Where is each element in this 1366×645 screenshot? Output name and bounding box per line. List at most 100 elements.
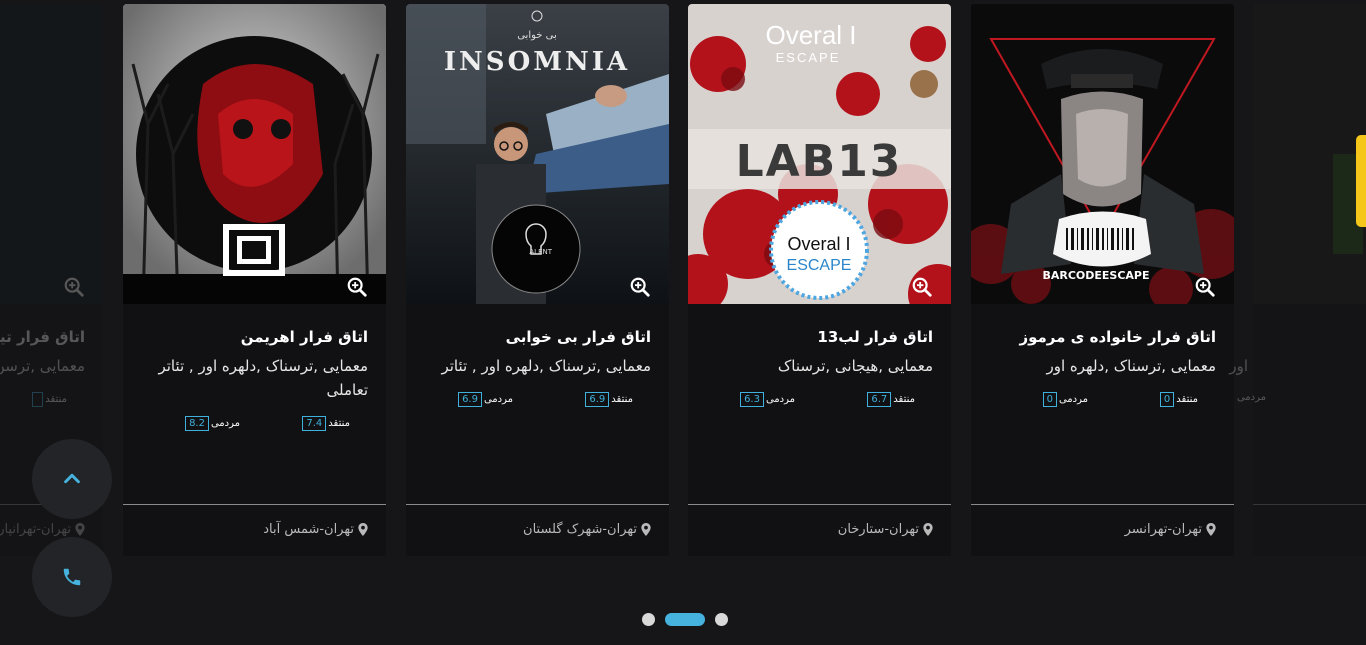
critic-score-value: 6.7: [867, 392, 892, 407]
card-tags: معمایی ,ترسناک ,دلهره اور , تئاتر تعاملی: [158, 357, 368, 399]
critic-score-value: [32, 392, 44, 407]
card-title[interactable]: اتاق فرار خانواده ی مرموز: [989, 326, 1216, 348]
card-location: تهران-شهرک گلستان: [523, 522, 651, 537]
people-score-value: 6.9: [458, 392, 482, 407]
zoom-in-icon[interactable]: [346, 276, 368, 298]
card-tags: معمایی ,هیجانی ,ترسناک: [777, 357, 933, 375]
map-pin-icon: [923, 523, 933, 536]
card-divider: [688, 504, 951, 505]
pagination-dot[interactable]: [715, 613, 728, 626]
call-button[interactable]: [32, 537, 112, 617]
poster-artwork: ALENT INSOMNIA بی خوابی: [406, 4, 669, 304]
map-pin-icon: [1206, 523, 1216, 536]
card-poster[interactable]: [123, 4, 386, 304]
card-tags: اور: [1229, 354, 1366, 378]
people-score-label: مردمی: [1236, 392, 1266, 403]
card-divider: [1253, 504, 1366, 505]
card-scores: منتقد 7.4 مردمی 8.2: [141, 416, 368, 434]
card-divider: [123, 504, 386, 505]
critic-score-value: 7.4: [302, 416, 327, 431]
poster-artwork: [1333, 154, 1363, 254]
escape-room-card-mysterious-family[interactable]: BARCODEESCAPE اتاق فرار خانواده ی مرموز …: [971, 4, 1234, 556]
svg-text:INSOMNIA: INSOMNIA: [444, 47, 630, 77]
people-score-label: مردمی: [210, 418, 240, 429]
escape-room-card-partial-right[interactable]: اور مردمی: [1229, 4, 1366, 556]
card-poster: [1253, 4, 1366, 304]
scroll-to-top-button[interactable]: [32, 439, 112, 519]
card-location-text: تهران-تهرانسر: [1124, 522, 1202, 537]
svg-text:Overal I: Overal I: [787, 234, 850, 254]
card-scores: مردمی: [1237, 392, 1366, 410]
pagination-dot[interactable]: [642, 613, 655, 626]
card-location: تهران-ستارخان: [838, 522, 933, 537]
zoom-in-icon[interactable]: [63, 276, 85, 298]
card-location-text: تهران-شمس آباد: [263, 522, 354, 537]
card-location: تهران-تهرانپار: [0, 522, 85, 537]
card-poster: [0, 4, 103, 304]
critic-score-label: منتقد: [45, 394, 67, 405]
critic-score-label: منتقد: [893, 394, 915, 405]
people-score: مردمی 8.2: [185, 416, 240, 431]
escape-room-card-insomnia[interactable]: ALENT INSOMNIA بی خوابی اتاق فرار بی خوا…: [406, 4, 669, 556]
critic-score-value: 6.9: [585, 392, 610, 407]
poster-artwork: [123, 4, 386, 304]
page-scrollbar-thumb[interactable]: [1356, 135, 1366, 227]
card-tags: معمایی ,ترسناک ,دلهره اور: [1046, 357, 1216, 375]
card-title[interactable]: اتاق فرار تیرگ: [0, 326, 85, 348]
people-score: مردمی 6.3: [740, 392, 795, 407]
card-title[interactable]: اتاق فرار لب13: [706, 326, 933, 348]
card-scores: منتقد 6.7 مردمی 6.3: [706, 392, 933, 410]
svg-text:بی خوابی: بی خوابی: [517, 30, 557, 41]
card-scores: منتقد: [0, 392, 85, 410]
card-poster[interactable]: ALENT INSOMNIA بی خوابی: [406, 4, 669, 304]
people-score-label: مردمی: [765, 394, 795, 405]
zoom-in-icon[interactable]: [911, 276, 933, 298]
people-score: مردمی: [1237, 392, 1266, 403]
people-score-label: مردمی: [1058, 394, 1088, 405]
card-location-text: تهران-شهرک گلستان: [523, 522, 637, 537]
card-title[interactable]: اتاق فرار بی خوابی: [424, 326, 651, 348]
svg-text:ESCAPE: ESCAPE: [787, 257, 852, 274]
phone-icon: [63, 568, 81, 586]
card-poster[interactable]: BARCODEESCAPE: [971, 4, 1234, 304]
critic-score: منتقد: [32, 392, 67, 407]
people-score: مردمی 0: [1042, 392, 1088, 407]
svg-text:ALENT: ALENT: [529, 248, 552, 256]
people-score: مردمی 6.9: [458, 392, 513, 407]
svg-text:Overal I: Overal I: [765, 20, 856, 50]
map-pin-icon: [358, 523, 368, 536]
poster-artwork: BARCODEESCAPE: [971, 4, 1234, 304]
card-location-text: تهران-تهرانپار: [0, 522, 71, 537]
escape-room-card-lab13[interactable]: LAB13 Overal I ESCAPE Overal I ESCAPE ات…: [688, 4, 951, 556]
people-score-value: 6.3: [740, 392, 764, 407]
zoom-in-icon[interactable]: [1194, 276, 1216, 298]
card-scores: منتقد 6.9 مردمی 6.9: [424, 392, 651, 410]
card-title[interactable]: اتاق فرار اهریمن: [141, 326, 368, 348]
card-divider: [971, 504, 1234, 505]
critic-score-label: منتقد: [1176, 394, 1198, 405]
critic-score: منتقد 6.7: [867, 392, 915, 407]
card-location: تهران-شمس آباد: [263, 522, 368, 537]
card-scores: منتقد 0 مردمی 0: [989, 392, 1216, 410]
people-score-value: 0: [1042, 392, 1057, 407]
carousel-pagination: [642, 613, 728, 626]
card-location: تهران-تهرانسر: [1125, 522, 1216, 537]
people-score-label: مردمی: [483, 394, 513, 405]
critic-score-label: منتقد: [611, 394, 633, 405]
critic-score-label: منتقد: [328, 418, 350, 429]
svg-text:BARCODEESCAPE: BARCODEESCAPE: [1042, 269, 1149, 282]
card-tags-text: اور: [1229, 357, 1248, 375]
people-score-value: 8.2: [185, 416, 209, 431]
map-pin-icon: [641, 523, 651, 536]
critic-score: منتقد 0: [1159, 392, 1198, 407]
card-tags: معمایی ,ترسن: [0, 357, 85, 375]
card-title[interactable]: [1271, 326, 1366, 348]
svg-text:LAB13: LAB13: [736, 136, 903, 187]
svg-text:ESCAPE: ESCAPE: [776, 50, 841, 65]
zoom-in-icon[interactable]: [629, 276, 651, 298]
pagination-dot-active[interactable]: [665, 613, 705, 626]
escape-room-card-ahriman[interactable]: اتاق فرار اهریمن معمایی ,ترسناک ,دلهره ا…: [123, 4, 386, 556]
card-poster[interactable]: LAB13 Overal I ESCAPE Overal I ESCAPE: [688, 4, 951, 304]
card-tags: معمایی ,ترسناک ,دلهره اور , تئاتر: [441, 357, 651, 375]
map-pin-icon: [75, 523, 85, 536]
